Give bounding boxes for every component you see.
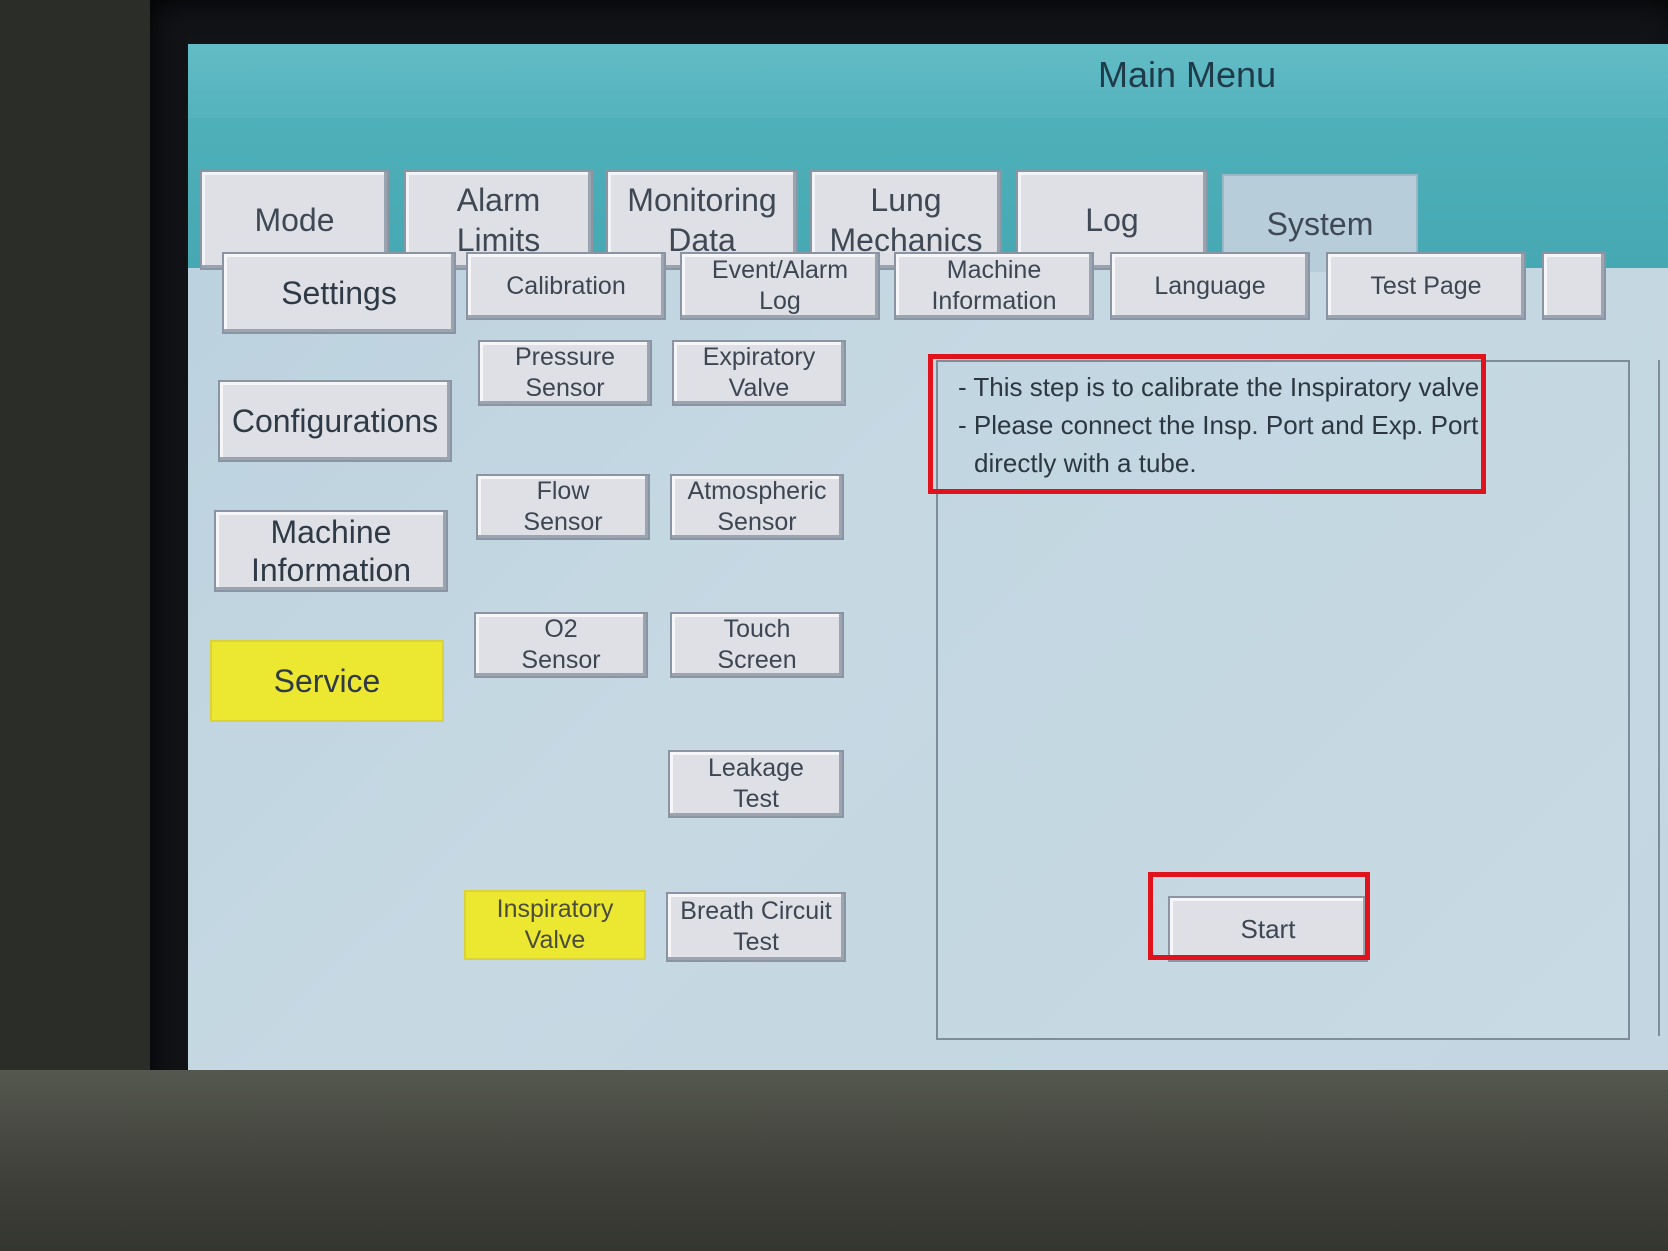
panel-edge — [1658, 360, 1668, 1036]
breath-circuit-test-button[interactable]: Breath Circuit Test — [666, 892, 846, 962]
subtab-next[interactable] — [1542, 252, 1606, 320]
atmospheric-sensor-button[interactable]: Atmospheric Sensor — [670, 474, 844, 540]
highlight-instructions — [928, 354, 1486, 494]
o2-sensor-button[interactable]: O2 Sensor — [474, 612, 648, 678]
page-title: Main Menu — [1098, 54, 1277, 95]
inspiratory-valve-button[interactable]: Inspiratory Valve — [464, 890, 646, 960]
subtab-test-page[interactable]: Test Page — [1326, 252, 1526, 320]
leakage-test-button[interactable]: Leakage Test — [668, 750, 844, 818]
subtab-machine-information[interactable]: Machine Information — [894, 252, 1094, 320]
screen: Main Menu Mode Alarm Limits Monitoring D… — [188, 44, 1668, 1096]
pressure-sensor-button[interactable]: Pressure Sensor — [478, 340, 652, 406]
expiratory-valve-button[interactable]: Expiratory Valve — [672, 340, 846, 406]
touch-screen-button[interactable]: Touch Screen — [670, 612, 844, 678]
subtab-language[interactable]: Language — [1110, 252, 1310, 320]
main-tab-strip: Mode Alarm Limits Monitoring Data Lung M… — [188, 118, 1668, 272]
subtab-calibration[interactable]: Calibration — [466, 252, 666, 320]
sidebar-item-configurations[interactable]: Configurations — [218, 380, 452, 462]
subtab-event-alarm-log[interactable]: Event/Alarm Log — [680, 252, 880, 320]
monitor-frame-bottom — [0, 1070, 1668, 1251]
highlight-start — [1148, 872, 1370, 960]
title-bar: Main Menu — [188, 44, 1668, 118]
sidebar-item-service[interactable]: Service — [210, 640, 444, 722]
flow-sensor-button[interactable]: Flow Sensor — [476, 474, 650, 540]
sidebar-item-settings[interactable]: Settings — [222, 252, 456, 334]
sidebar-item-machine-information[interactable]: Machine Information — [214, 510, 448, 592]
